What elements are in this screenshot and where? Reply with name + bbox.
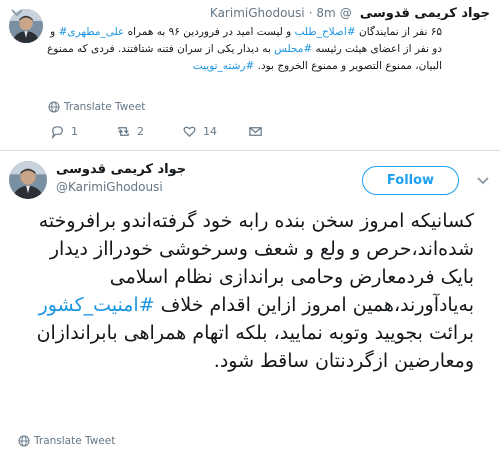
globe-icon xyxy=(48,101,60,113)
tweet-header: جواد کریمی قدوسی @KarimiGhodousi · 8m xyxy=(210,6,490,24)
profile-photo-icon xyxy=(9,161,47,199)
tweet-1: جواد کریمی قدوسی @KarimiGhodousi · 8m ۶۵… xyxy=(0,0,500,150)
tweet-text-segment: و لیست امید در فروردین ۹۶ به همراه xyxy=(124,26,295,38)
tweet-text-segment: برائت بجویید وتوبه نمایید، بلکه اتهام هم… xyxy=(36,322,474,372)
reply-count: 1 xyxy=(71,125,78,138)
hashtag-link[interactable]: #اصلاح_طلب xyxy=(295,26,356,38)
heart-icon xyxy=(183,126,196,138)
retweet-count: 2 xyxy=(137,125,144,138)
hashtag-link[interactable]: علی_مطهری# xyxy=(59,26,125,38)
globe-icon xyxy=(18,435,30,447)
translate-tweet-link[interactable]: Translate Tweet xyxy=(18,435,115,447)
follow-button[interactable]: Follow xyxy=(362,166,459,195)
author-handle[interactable]: @KarimiGhodousi xyxy=(56,180,163,194)
translate-label: Translate Tweet xyxy=(34,435,116,447)
like-button[interactable]: 14 xyxy=(182,124,248,139)
translate-tweet-link[interactable]: Translate Tweet xyxy=(48,101,145,113)
author-name[interactable]: جواد کریمی قدوسی xyxy=(56,162,186,177)
mail-icon xyxy=(249,127,262,136)
hashtag-link[interactable]: #امنیت_کشور xyxy=(39,294,155,316)
reply-icon xyxy=(51,126,63,139)
reply-button[interactable]: 1 xyxy=(50,124,116,139)
share-button[interactable] xyxy=(248,124,314,139)
tweet-text: ۶۵ نفر از نمایندگان #اصلاح_طلب و لیست ام… xyxy=(44,24,442,75)
translate-label: Translate Tweet xyxy=(64,101,146,113)
tweet-time[interactable]: · 8m xyxy=(309,6,336,20)
tweet-text: کسانیکه امروز سخن بنده رابه خود گرفته‌ان… xyxy=(18,207,474,375)
retweet-icon xyxy=(118,127,129,136)
like-count: 14 xyxy=(203,125,217,138)
retweet-button[interactable]: 2 xyxy=(116,124,182,139)
hashtag-link[interactable]: #رشته_توییت xyxy=(193,60,254,72)
tweet-text-segment: ۶۵ نفر از نمایندگان xyxy=(355,26,442,38)
chevron-down-icon[interactable] xyxy=(10,8,24,18)
avatar[interactable] xyxy=(9,161,47,199)
hashtag-link[interactable]: #مجلس xyxy=(274,43,312,55)
tweet-actions: 1 2 14 xyxy=(50,124,314,139)
chevron-down-icon[interactable] xyxy=(476,176,490,186)
author-name[interactable]: جواد کریمی قدوسی xyxy=(360,6,490,21)
tweet-2: جواد کریمی قدوسی @KarimiGhodousi Follow … xyxy=(0,150,500,460)
